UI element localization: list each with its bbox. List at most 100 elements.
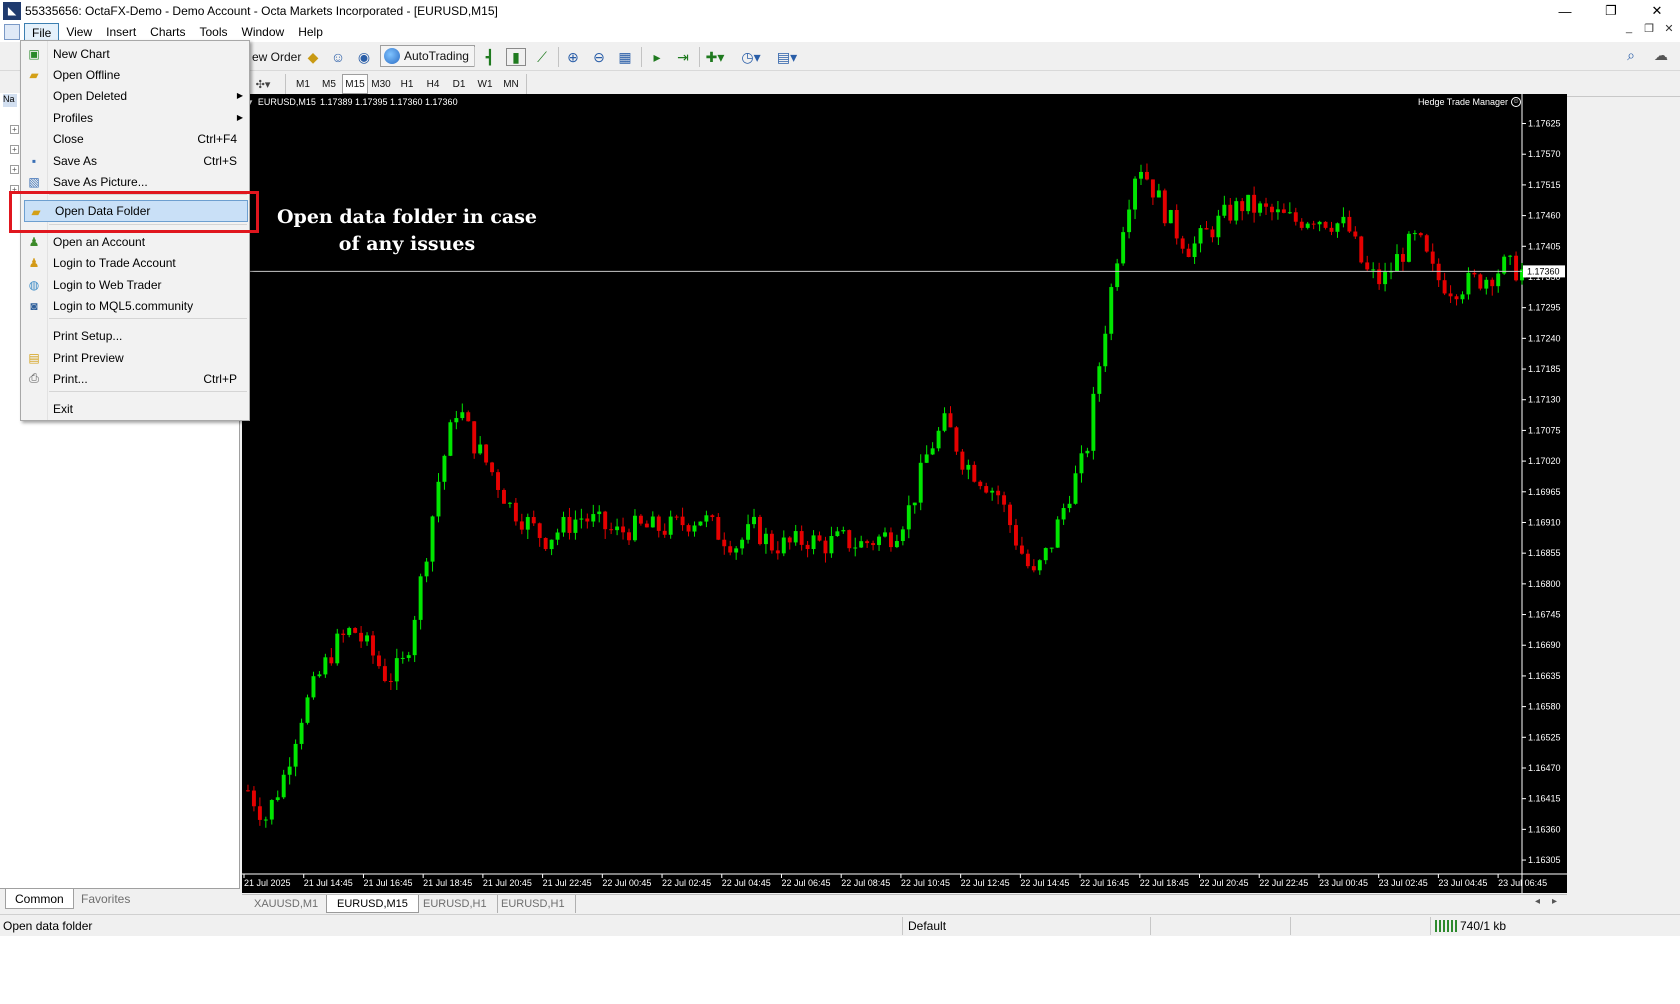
- new-order-button[interactable]: ew Order: [252, 46, 301, 68]
- menu-item-open-offline[interactable]: ▰ Open Offline: [23, 64, 249, 85]
- candle-body: [359, 632, 364, 642]
- expert-advisor-label[interactable]: Hedge Trade Manager ☺: [1418, 97, 1521, 107]
- tree-expand-icon[interactable]: +: [10, 125, 19, 134]
- templates-button[interactable]: ▤▾: [777, 46, 797, 68]
- timeframe-mn[interactable]: MN: [498, 74, 524, 94]
- restore-button[interactable]: ❐: [1588, 0, 1634, 22]
- candle-body: [1079, 453, 1084, 474]
- mdi-close-button[interactable]: ✕: [1662, 22, 1676, 35]
- menu-item-login-to-mql5-community[interactable]: ◙ Login to MQL5.community: [23, 295, 249, 316]
- candle-body: [823, 540, 828, 554]
- timeframe-m30[interactable]: M30: [368, 74, 394, 94]
- candle-body: [490, 462, 495, 473]
- signals-button[interactable]: ◉: [354, 46, 374, 68]
- cursor-tools-button[interactable]: ✣▾: [253, 73, 273, 95]
- timeframe-m15[interactable]: M15: [342, 74, 368, 94]
- timeframe-h1[interactable]: H1: [394, 74, 420, 94]
- mdi-restore-button[interactable]: ❐: [1642, 22, 1656, 35]
- periods-button[interactable]: ◷▾: [741, 46, 761, 68]
- candle-body: [906, 505, 911, 530]
- menu-item-open-deleted[interactable]: Open Deleted ▶: [23, 85, 249, 106]
- menu-file[interactable]: File: [24, 23, 60, 41]
- menu-insert[interactable]: Insert: [99, 23, 143, 41]
- zoom-out-button[interactable]: ⊖: [589, 46, 609, 68]
- chart-tab-eurusd-h1-2[interactable]: EURUSD,H1: [491, 895, 576, 913]
- menu-item-profiles[interactable]: Profiles ▶: [23, 107, 249, 128]
- cursor-tools-icon: ✣▾: [255, 78, 271, 91]
- close-button[interactable]: ✕: [1634, 0, 1680, 22]
- menu-tools[interactable]: Tools: [193, 23, 235, 41]
- candle-body: [1115, 263, 1120, 288]
- candle-body: [365, 635, 370, 642]
- autotrading-button[interactable]: AutoTrading: [380, 45, 475, 67]
- candle-body: [692, 525, 697, 532]
- indicators-button[interactable]: ✚▾: [705, 46, 725, 68]
- menu-item-print-preview[interactable]: ▤ Print Preview: [23, 347, 249, 368]
- candle-body: [502, 489, 506, 504]
- tree-expand-icon[interactable]: +: [10, 165, 19, 174]
- tab-scroll-right-icon[interactable]: ▸: [1552, 896, 1557, 907]
- candle-body: [412, 619, 417, 656]
- candle-body: [1162, 190, 1167, 224]
- candle-body: [448, 422, 453, 456]
- bar-chart-button[interactable]: ┫: [480, 46, 500, 68]
- minimize-button[interactable]: —: [1542, 0, 1588, 22]
- standard-toolbar: ew Order ◆ ☺ ◉ AutoTrading ┫ ▮ ⟋ ⊕ ⊖ ▦ ▸…: [0, 43, 1680, 71]
- menu-item-print-setup[interactable]: Print Setup...: [23, 325, 249, 346]
- menu-charts[interactable]: Charts: [143, 23, 192, 41]
- y-tick-label: 1.16855: [1528, 548, 1561, 558]
- candle-body: [769, 533, 774, 551]
- navigator-title: Na: [3, 94, 17, 107]
- candle-body: [1287, 212, 1292, 214]
- candle-body: [1091, 393, 1096, 451]
- y-tick-label: 1.16745: [1528, 610, 1561, 620]
- menu-item-login-to-trade-account[interactable]: ♟ Login to Trade Account: [23, 252, 249, 273]
- chart-tab-eurusd-h1[interactable]: EURUSD,H1: [413, 895, 498, 913]
- menu-item-login-to-web-trader[interactable]: ◍ Login to Web Trader: [23, 274, 249, 295]
- candle-body: [1192, 243, 1197, 258]
- candle-body: [1037, 560, 1042, 571]
- menu-item-close[interactable]: Close Ctrl+F4: [23, 128, 249, 149]
- candlestick-button[interactable]: ▮: [506, 46, 526, 68]
- menu-item-exit[interactable]: Exit: [23, 398, 249, 419]
- candle-body: [424, 561, 429, 577]
- chart-tab-xauusd-m1[interactable]: XAUUSD,M1: [244, 895, 330, 913]
- print-icon: ⎙: [29, 371, 39, 385]
- tree-expand-icon[interactable]: +: [10, 145, 19, 154]
- menu-item-print[interactable]: ⎙ Print... Ctrl+P: [23, 368, 249, 389]
- y-tick-label: 1.17460: [1528, 211, 1561, 221]
- metatrader-icon: ◣: [3, 2, 21, 20]
- auto-scroll-button[interactable]: ▸: [647, 46, 667, 68]
- chart-shift-button[interactable]: ⇥: [673, 46, 693, 68]
- menu-item-save-as-picture[interactable]: ▧ Save As Picture...: [23, 171, 249, 192]
- menu-item-save-as[interactable]: ▪ Save As Ctrl+S: [23, 150, 249, 171]
- chart-tab-eurusd-m15[interactable]: EURUSD,M15: [326, 895, 419, 913]
- search-icon[interactable]: ⌕: [1627, 47, 1635, 64]
- tile-windows-button[interactable]: ▦: [615, 46, 635, 68]
- candle-body: [329, 657, 334, 664]
- timeframe-w1[interactable]: W1: [472, 74, 498, 94]
- line-chart-button[interactable]: ⟋: [532, 46, 552, 68]
- timeframe-m5[interactable]: M5: [316, 74, 342, 94]
- menu-view[interactable]: View: [59, 23, 99, 41]
- mdi-window-icon[interactable]: [4, 24, 20, 40]
- menu-help[interactable]: Help: [291, 23, 330, 41]
- candle-body: [662, 530, 667, 535]
- cloud-icon[interactable]: ☁: [1654, 47, 1668, 64]
- menu-item-new-chart[interactable]: ▣ New Chart: [23, 43, 249, 64]
- market-watch-button[interactable]: ☺: [328, 46, 348, 68]
- timeframe-h4[interactable]: H4: [420, 74, 446, 94]
- menu-window[interactable]: Window: [235, 23, 292, 41]
- tab-favorites[interactable]: Favorites: [72, 889, 139, 909]
- zoom-in-button[interactable]: ⊕: [563, 46, 583, 68]
- menu-item-open-an-account[interactable]: ♟ Open an Account: [23, 231, 249, 252]
- tab-scroll-left-icon[interactable]: ◂: [1535, 896, 1540, 907]
- candle-body: [1424, 235, 1429, 252]
- tab-common[interactable]: Common: [5, 889, 74, 909]
- gold-bar-button[interactable]: ◆: [303, 46, 323, 68]
- timeframe-m1[interactable]: M1: [290, 74, 316, 94]
- status-traffic: 740/1 kb: [1460, 919, 1507, 933]
- candle-body: [1061, 508, 1066, 520]
- timeframe-d1[interactable]: D1: [446, 74, 472, 94]
- mdi-minimize-button[interactable]: _: [1622, 22, 1636, 35]
